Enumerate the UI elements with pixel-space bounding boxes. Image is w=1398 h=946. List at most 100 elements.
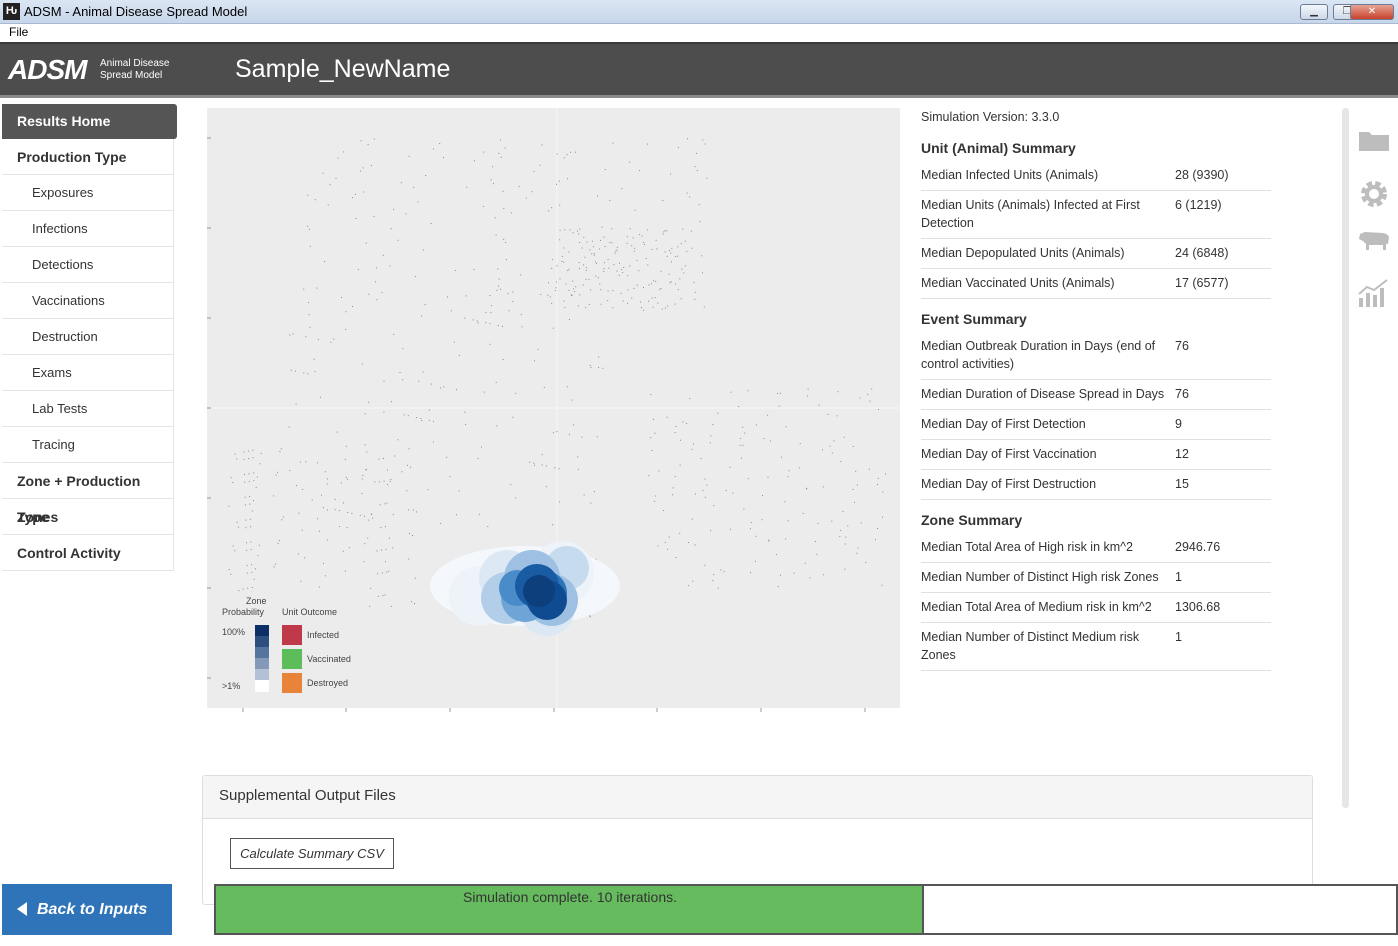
farm-dot bbox=[347, 512, 349, 513]
farm-dot bbox=[495, 234, 497, 236]
cow-icon[interactable] bbox=[1355, 228, 1393, 278]
back-to-inputs-button[interactable]: Back to Inputs bbox=[2, 884, 172, 935]
farm-dot bbox=[589, 249, 591, 251]
farm-dot bbox=[406, 490, 408, 492]
farm-dot bbox=[692, 580, 694, 582]
farm-dot bbox=[636, 259, 638, 261]
farm-dot bbox=[576, 230, 578, 232]
farm-dot bbox=[563, 300, 565, 302]
folder-icon[interactable] bbox=[1355, 128, 1393, 178]
farm-dot bbox=[394, 455, 396, 457]
farm-dot bbox=[246, 565, 248, 567]
farm-dot bbox=[706, 177, 708, 179]
farm-dot bbox=[339, 526, 341, 527]
farm-dot bbox=[710, 435, 712, 437]
chart-icon[interactable] bbox=[1355, 278, 1393, 328]
row-value: 12 bbox=[1175, 447, 1189, 461]
farm-dot bbox=[257, 555, 259, 557]
farm-dot bbox=[817, 522, 819, 524]
farm-dot bbox=[662, 233, 664, 235]
farm-dot bbox=[729, 466, 731, 468]
close-button[interactable]: ✕ bbox=[1350, 4, 1394, 20]
farm-dot bbox=[577, 456, 579, 458]
farm-dot bbox=[244, 504, 246, 506]
content-scrollbar[interactable] bbox=[1342, 108, 1349, 808]
farm-dot bbox=[252, 457, 254, 459]
farm-dot bbox=[713, 574, 715, 576]
table-row: Median Number of Distinct Medium risk Zo… bbox=[921, 623, 1271, 671]
farm-dot bbox=[639, 170, 641, 172]
farm-dot bbox=[375, 281, 376, 283]
farm-dot bbox=[317, 462, 319, 464]
farm-dot bbox=[510, 212, 512, 214]
farm-dot bbox=[767, 414, 769, 416]
farm-dot bbox=[664, 230, 666, 232]
farm-dot bbox=[309, 245, 311, 247]
farm-dot bbox=[428, 409, 430, 411]
farm-dot bbox=[418, 380, 420, 382]
farm-dot bbox=[690, 230, 692, 232]
farm-dot bbox=[597, 277, 599, 279]
status-text: Simulation complete. 10 iterations. bbox=[463, 889, 677, 905]
farm-dot bbox=[348, 547, 350, 549]
farm-dot bbox=[609, 241, 611, 243]
farm-dot bbox=[694, 166, 696, 168]
farm-dot bbox=[539, 164, 541, 166]
nav-destruction[interactable]: Destruction bbox=[2, 319, 174, 355]
farm-dot bbox=[869, 400, 871, 402]
farm-dot bbox=[653, 280, 655, 282]
farm-dot bbox=[806, 488, 808, 490]
nav-production-type[interactable]: Production Type bbox=[2, 139, 174, 175]
nav-results-home[interactable]: Results Home bbox=[2, 104, 177, 139]
nav-lab-tests[interactable]: Lab Tests bbox=[2, 391, 174, 427]
farm-dot bbox=[512, 291, 514, 293]
nav-detections[interactable]: Detections bbox=[2, 247, 174, 283]
farm-dot bbox=[579, 228, 581, 230]
minimize-button[interactable]: ▁ bbox=[1300, 4, 1328, 20]
farm-dot bbox=[250, 541, 252, 543]
farm-dot bbox=[768, 539, 770, 541]
farm-dot bbox=[787, 520, 789, 522]
farm-dot bbox=[520, 274, 522, 276]
farm-dot bbox=[254, 568, 256, 570]
farm-dot bbox=[282, 516, 284, 518]
farm-dot bbox=[666, 416, 668, 418]
nav-exposures[interactable]: Exposures bbox=[2, 175, 174, 211]
nav-control-activity[interactable]: Control Activity bbox=[2, 535, 174, 571]
logo-subtitle-line-2: Spread Model bbox=[100, 70, 163, 81]
farm-dot bbox=[401, 471, 403, 473]
farm-dot bbox=[474, 160, 475, 162]
farm-dot bbox=[346, 478, 348, 480]
nav-infections[interactable]: Infections bbox=[2, 211, 174, 247]
gear-icon[interactable] bbox=[1355, 178, 1393, 228]
row-label: Median Total Area of Medium risk in km^2 bbox=[921, 600, 1152, 614]
farm-dot bbox=[234, 550, 236, 552]
farm-dot bbox=[614, 252, 616, 254]
vaccinated-swatch bbox=[282, 649, 302, 669]
farm-dot bbox=[359, 514, 361, 516]
nav-exams[interactable]: Exams bbox=[2, 355, 174, 391]
farm-dot bbox=[568, 319, 570, 320]
nav-zones[interactable]: Zones bbox=[2, 499, 174, 535]
farm-dot bbox=[547, 294, 549, 296]
farm-dot bbox=[592, 246, 594, 248]
menu-file[interactable]: File bbox=[9, 25, 28, 39]
farm-dot bbox=[273, 566, 275, 568]
farm-dot bbox=[341, 297, 342, 298]
farm-dot bbox=[747, 478, 749, 480]
farm-dot bbox=[433, 148, 434, 150]
farm-dot bbox=[384, 526, 386, 528]
farm-dot bbox=[407, 464, 408, 466]
nav-vaccinations[interactable]: Vaccinations bbox=[2, 283, 174, 319]
farm-dot bbox=[393, 208, 395, 210]
nav-tracing[interactable]: Tracing bbox=[2, 427, 174, 463]
row-label: Median Day of First Destruction bbox=[921, 477, 1097, 491]
nav-zone-production-type[interactable]: Zone + Production Type bbox=[2, 463, 174, 525]
farm-dot bbox=[778, 405, 780, 407]
farm-dot bbox=[556, 153, 558, 155]
farm-dot bbox=[595, 261, 597, 263]
calculate-summary-csv-button[interactable]: Calculate Summary CSV bbox=[230, 838, 394, 869]
farm-dot bbox=[612, 290, 614, 291]
farm-dot bbox=[518, 185, 520, 187]
farm-dot bbox=[840, 460, 842, 462]
